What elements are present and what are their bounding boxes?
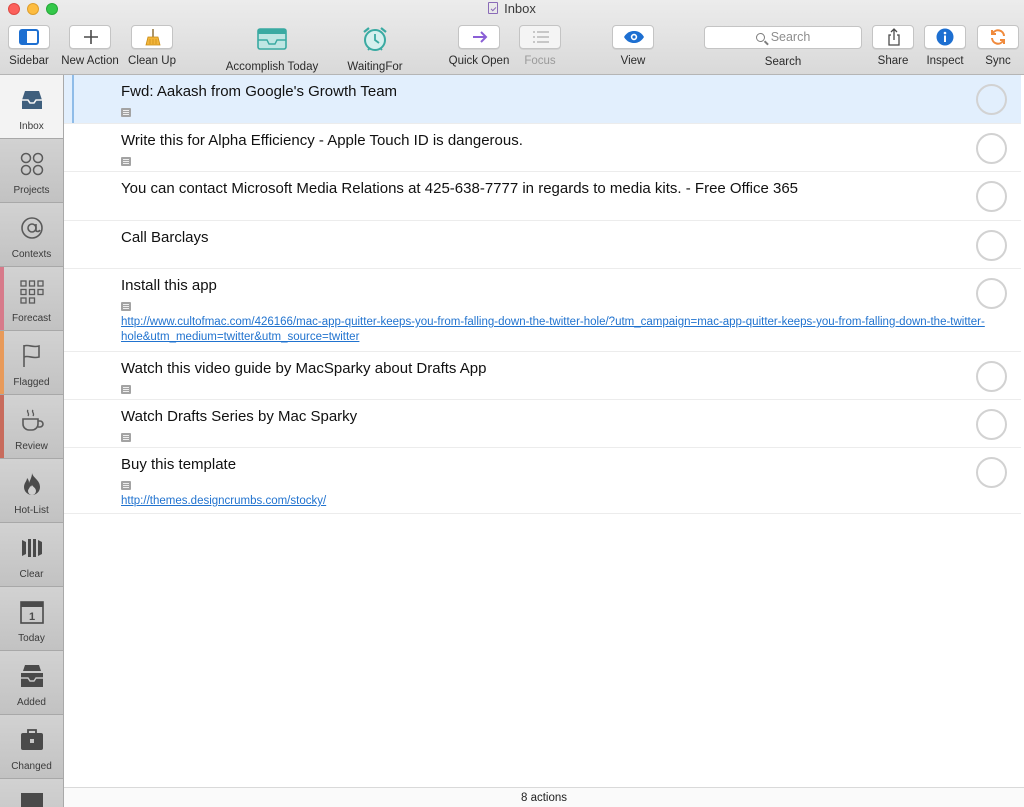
sidebar-item-review[interactable]: Review [0, 395, 63, 459]
sync-icon [991, 29, 1005, 45]
sidebar-item-more[interactable] [0, 779, 63, 807]
action-list: Fwd: Aakash from Google's Growth Team Wr… [64, 75, 1024, 787]
window-title: Inbox [0, 1, 1024, 16]
info-icon [936, 28, 954, 46]
tray-stack-icon [20, 665, 43, 687]
sync-button[interactable]: Sync [977, 25, 1019, 73]
completion-checkbox[interactable] [976, 409, 1007, 440]
search-input[interactable]: Search [704, 26, 862, 49]
note-icon[interactable] [121, 157, 131, 166]
completion-checkbox[interactable] [976, 181, 1007, 212]
sidebar-item-contexts[interactable]: Contexts [0, 203, 63, 267]
sidebar-item-changed[interactable]: Changed [0, 715, 63, 779]
coffee-cup-icon [21, 409, 44, 431]
sidebar-item-projects[interactable]: Projects [0, 139, 63, 203]
sidebar-toggle-button[interactable]: Sidebar [7, 25, 51, 73]
completion-checkbox[interactable] [976, 457, 1007, 488]
note-icon[interactable] [121, 302, 131, 311]
arrow-right-icon [473, 31, 488, 43]
action-row[interactable]: Write this for Alpha Efficiency - Apple … [64, 124, 1021, 172]
briefcase-icon [20, 729, 43, 750]
inspect-button[interactable]: Inspect [924, 25, 966, 73]
action-title[interactable]: Install this app [121, 277, 217, 294]
status-bar: 8 actions [64, 787, 1024, 807]
action-link[interactable]: http://themes.designcrumbs.com/stocky/ [121, 494, 1001, 509]
calendar-partial-icon [20, 793, 43, 807]
alarm-clock-icon [363, 27, 387, 51]
clean-up-button[interactable]: Clean Up [126, 25, 178, 73]
action-link[interactable]: http://www.cultofmac.com/426166/mac-app-… [121, 315, 1001, 345]
view-button[interactable]: View [611, 25, 655, 73]
quick-open-button[interactable]: Quick Open [446, 25, 512, 73]
action-title[interactable]: Call Barclays [121, 229, 209, 246]
sidebar-item-today[interactable]: 1 Today [0, 587, 63, 651]
note-icon[interactable] [121, 385, 131, 394]
action-row[interactable]: Call Barclays [64, 221, 1021, 269]
focus-button[interactable]: Focus [518, 25, 562, 73]
note-icon[interactable] [121, 108, 131, 117]
calendar-tray-icon [257, 28, 287, 50]
eye-icon [624, 31, 644, 43]
completion-checkbox[interactable] [976, 133, 1007, 164]
calendar-day-icon: 1 [19, 601, 44, 624]
sidebar-item-forecast[interactable]: Forecast [0, 267, 63, 331]
inbox-tray-icon [21, 91, 42, 109]
note-icon[interactable] [121, 433, 131, 442]
flag-icon [22, 344, 40, 367]
accomplish-today-button[interactable]: Accomplish Today [222, 25, 322, 73]
svg-text:1: 1 [28, 611, 34, 623]
action-row[interactable]: You can contact Microsoft Media Relation… [64, 172, 1021, 221]
action-row[interactable]: Watch this video guide by MacSparky abou… [64, 352, 1021, 400]
action-title[interactable]: Write this for Alpha Efficiency - Apple … [121, 132, 523, 149]
action-title[interactable]: You can contact Microsoft Media Relation… [121, 180, 798, 197]
action-count: 8 actions [520, 792, 568, 804]
completion-checkbox[interactable] [976, 230, 1007, 261]
action-row[interactable]: Fwd: Aakash from Google's Growth Team [64, 75, 1021, 124]
waiting-for-button[interactable]: WaitingFor [343, 25, 407, 73]
sidebar-icon [19, 29, 39, 45]
completion-checkbox[interactable] [976, 278, 1007, 309]
document-icon [488, 2, 499, 14]
calendar-grid-icon [19, 280, 44, 304]
search-label: Search [764, 56, 802, 68]
new-action-button[interactable]: New Action [60, 25, 120, 73]
action-title[interactable]: Watch Drafts Series by Mac Sparky [121, 408, 357, 425]
action-title[interactable]: Watch this video guide by MacSparky abou… [121, 360, 486, 377]
window-toolbar: Inbox Sidebar New Action Clean Up Accomp… [0, 0, 1024, 75]
share-button[interactable]: Share [872, 25, 914, 73]
action-row[interactable]: Install this app http://www.cultofmac.co… [64, 269, 1021, 352]
perspectives-sidebar: Inbox Projects Contexts Forecast Flagged… [0, 75, 64, 807]
action-row[interactable]: Buy this template http://themes.designcr… [64, 448, 1021, 514]
sidebar-item-clear[interactable]: Clear [0, 523, 63, 587]
clear-icon [21, 539, 42, 557]
completion-checkbox[interactable] [976, 84, 1007, 115]
sidebar-item-flagged[interactable]: Flagged [0, 331, 63, 395]
action-row[interactable]: Watch Drafts Series by Mac Sparky [64, 400, 1021, 448]
projects-icon [20, 152, 43, 176]
focus-list-icon [533, 31, 549, 43]
action-title[interactable]: Fwd: Aakash from Google's Growth Team [121, 83, 397, 100]
action-title[interactable]: Buy this template [121, 456, 236, 473]
sidebar-item-added[interactable]: Added [0, 651, 63, 715]
sidebar-item-inbox[interactable]: Inbox [0, 75, 63, 139]
flame-icon [23, 473, 40, 495]
share-icon [888, 28, 900, 46]
broom-icon [145, 29, 161, 46]
plus-icon [84, 30, 98, 44]
note-icon[interactable] [121, 481, 131, 490]
completion-checkbox[interactable] [976, 361, 1007, 392]
sidebar-item-hot-list[interactable]: Hot-List [0, 459, 63, 523]
at-sign-icon [20, 217, 43, 239]
search-icon [755, 33, 765, 42]
